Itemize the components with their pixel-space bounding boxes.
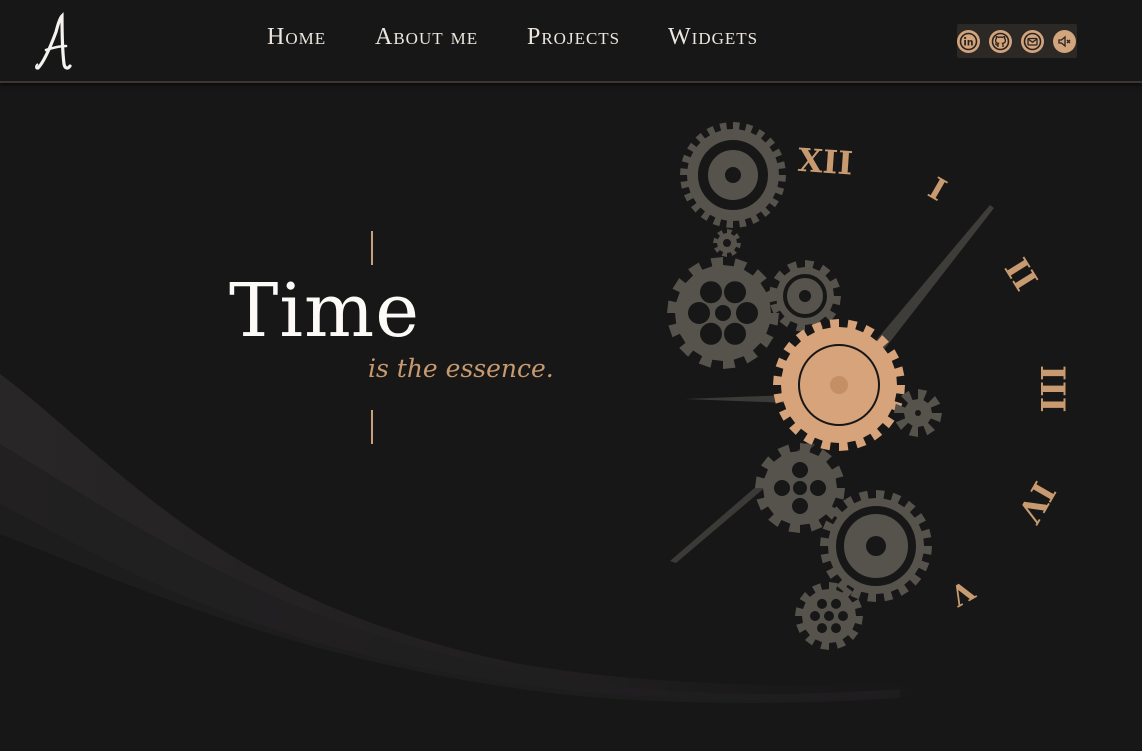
- gear-hub: [915, 410, 921, 416]
- numeral-iv: IV: [1010, 475, 1063, 529]
- top-nav-bar: A Home About me Projects Widgets: [0, 0, 1142, 83]
- numeral-v: V: [944, 572, 981, 613]
- gear-hole: [831, 598, 841, 609]
- nav-about-me[interactable]: About me: [375, 24, 478, 51]
- gear-hole: [831, 623, 841, 634]
- logo-letter: A: [34, 12, 35, 13]
- gear-hole: [792, 498, 808, 514]
- gear-cluster: [667, 122, 942, 650]
- nav-projects[interactable]: Projects: [527, 24, 620, 51]
- github-icon[interactable]: [989, 30, 1012, 53]
- gear-hub: [723, 239, 731, 247]
- gear-hole: [810, 611, 820, 621]
- gear-hole: [838, 611, 848, 621]
- gear-hole: [724, 281, 746, 304]
- numeral-ii: II: [997, 252, 1045, 298]
- hero-divider-bottom: [371, 410, 373, 444]
- gear-hole: [724, 322, 746, 345]
- mail-icon[interactable]: [1021, 30, 1044, 53]
- nav-widgets[interactable]: Widgets: [668, 24, 758, 51]
- hero-divider-top: [371, 231, 373, 265]
- nav-home[interactable]: Home: [267, 24, 326, 51]
- gear-hub: [866, 536, 886, 556]
- gear-hole: [792, 462, 808, 478]
- gear-hole: [700, 322, 722, 345]
- gear-hub: [793, 481, 807, 495]
- gear-hole: [688, 302, 710, 324]
- linkedin-icon[interactable]: [957, 30, 980, 53]
- gear-hub: [725, 167, 741, 183]
- gear-hole: [817, 598, 827, 609]
- sound-muted-icon[interactable]: [1053, 30, 1076, 53]
- gear-hole: [774, 480, 790, 496]
- gear-hub: [799, 290, 811, 302]
- gear-hole: [736, 302, 758, 324]
- gear-hole: [700, 281, 722, 304]
- gear-hub: [715, 305, 731, 321]
- hero-subtitle: is the essence.: [368, 354, 554, 383]
- gear-hub: [830, 376, 848, 394]
- gear-hub: [824, 611, 834, 621]
- numeral-iii: III: [1032, 365, 1072, 413]
- gear-hole: [817, 623, 827, 634]
- numeral-xii: XII: [797, 141, 854, 183]
- social-links: [957, 24, 1077, 58]
- hero-title: Time: [229, 268, 420, 354]
- clock-gears-illustration: XII I II III IV V: [667, 122, 1072, 650]
- gear-hole: [810, 480, 826, 496]
- numeral-i: I: [922, 171, 952, 208]
